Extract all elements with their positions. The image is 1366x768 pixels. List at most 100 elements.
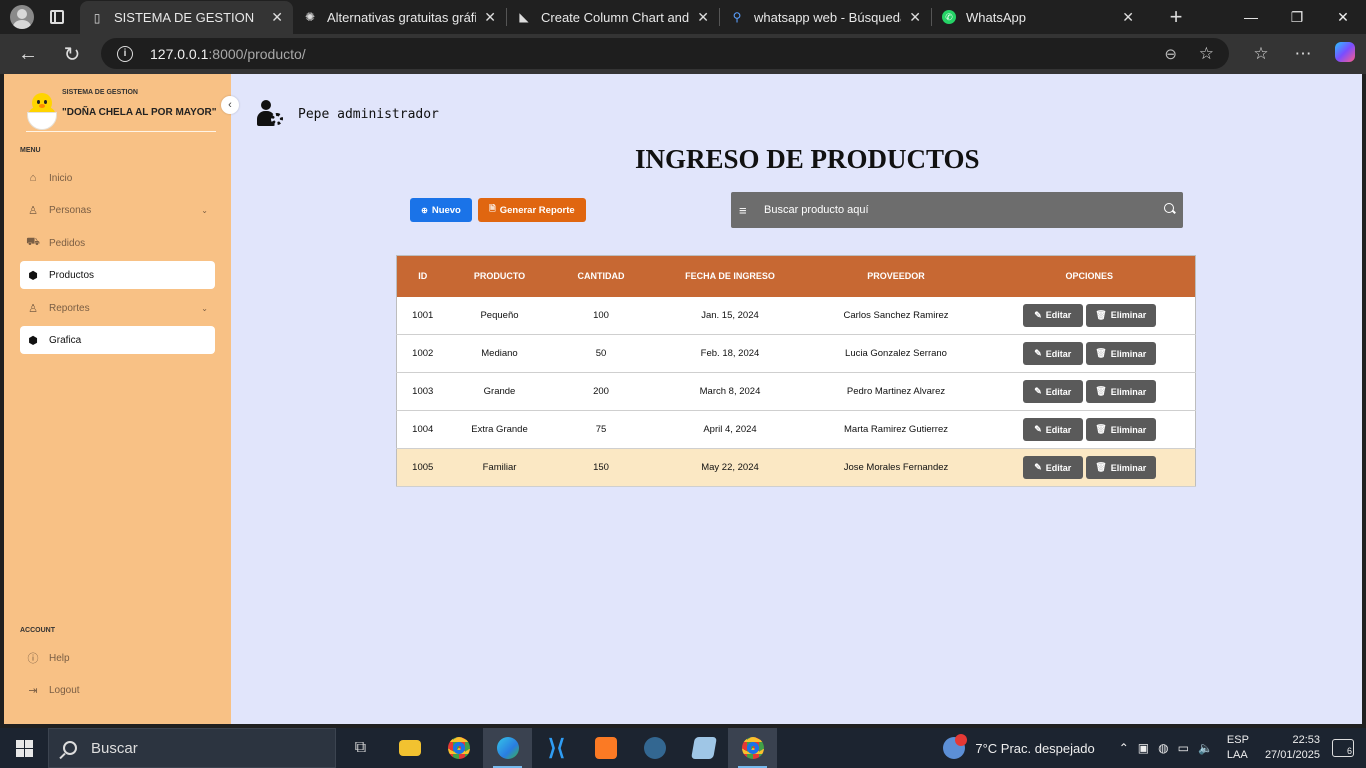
close-icon[interactable]: ✕ bbox=[271, 9, 283, 26]
edit-button[interactable]: ✎ Editar bbox=[1022, 456, 1083, 479]
minimize-button[interactable]: — bbox=[1228, 0, 1274, 34]
cell-producto: Familiar bbox=[448, 448, 551, 487]
taskbar-search[interactable]: Buscar bbox=[48, 728, 336, 768]
display-icon[interactable]: ▭ bbox=[1178, 741, 1189, 755]
cell-opciones: ✎ Editar 🗑 Eliminar bbox=[983, 334, 1196, 373]
trash-icon: 🗑 bbox=[1095, 424, 1107, 434]
zoom-icon[interactable]: ⊖ bbox=[1164, 45, 1177, 63]
meet-icon[interactable]: ▣ bbox=[1138, 741, 1149, 755]
new-product-button[interactable]: ⊕ Nuevo bbox=[410, 198, 472, 222]
weather-widget[interactable]: 7°C Prac. despejado bbox=[943, 734, 1095, 759]
cell-fecha: May 22, 2024 bbox=[651, 448, 809, 487]
pencil-icon: ✎ bbox=[1034, 348, 1042, 358]
sidebar-item-grafica[interactable]: ⬢ Grafica bbox=[20, 326, 215, 354]
close-icon[interactable]: ✕ bbox=[484, 9, 496, 26]
sidebar-item-label: Help bbox=[49, 652, 70, 664]
more-menu-icon[interactable]: ⋯ bbox=[1282, 44, 1324, 64]
sidebar: SISTEMA DE GESTION "DOÑA CHELA AL POR MA… bbox=[4, 74, 231, 724]
cell-opciones: ✎ Editar 🗑 Eliminar bbox=[983, 410, 1196, 449]
close-icon[interactable]: ✕ bbox=[1122, 9, 1134, 26]
close-icon[interactable]: ✕ bbox=[909, 9, 921, 26]
new-tab-button[interactable]: + bbox=[1164, 4, 1188, 30]
favorites-icon[interactable]: ☆ bbox=[1240, 44, 1282, 64]
vscode-app[interactable]: ⟩⟨ bbox=[532, 728, 581, 768]
language-code: ESP bbox=[1226, 734, 1249, 746]
menu-icon[interactable]: ≡ bbox=[739, 203, 751, 218]
brand: SISTEMA DE GESTION "DOÑA CHELA AL POR MA… bbox=[26, 88, 217, 132]
delete-button[interactable]: 🗑 Eliminar bbox=[1085, 342, 1156, 365]
clock[interactable]: 22:53 27/01/2025 bbox=[1265, 733, 1320, 763]
restore-button[interactable]: ❐ bbox=[1274, 0, 1320, 34]
brand-title: "DOÑA CHELA AL POR MAYOR" bbox=[62, 107, 217, 118]
delete-button[interactable]: 🗑 Eliminar bbox=[1085, 456, 1156, 479]
delete-button[interactable]: 🗑 Eliminar bbox=[1085, 418, 1156, 441]
chrome-app-active[interactable] bbox=[728, 728, 777, 768]
postgres-app[interactable] bbox=[630, 728, 679, 768]
edit-button[interactable]: ✎ Editar bbox=[1022, 342, 1083, 365]
search-icon[interactable] bbox=[1164, 203, 1174, 213]
table-row: 1001 Pequeño 100 Jan. 15, 2024 Carlos Sa… bbox=[396, 296, 1196, 335]
tab-whatsapp-search[interactable]: ⚲ whatsapp web - Búsqueda ✕ bbox=[720, 0, 931, 34]
edit-button[interactable]: ✎ Editar bbox=[1022, 380, 1083, 403]
weather-text: 7°C Prac. despejado bbox=[975, 740, 1095, 756]
generate-report-button[interactable]: 🗎 Generar Reporte bbox=[478, 198, 586, 222]
column-header: ID bbox=[396, 255, 449, 297]
sidebar-item-productos[interactable]: ⬢ Productos bbox=[20, 261, 215, 289]
network-icon[interactable]: ◍ bbox=[1158, 741, 1168, 755]
volume-icon[interactable]: 🔈 bbox=[1198, 741, 1213, 755]
address-bar[interactable]: i 127.0.0.1:8000/producto/ ⊖ ☆ bbox=[101, 38, 1229, 69]
copilot-icon[interactable] bbox=[1324, 41, 1366, 67]
url-path: :8000/producto/ bbox=[208, 45, 306, 62]
tab-sistema-gestion[interactable]: ▯ SISTEMA DE GESTION ✕ bbox=[80, 1, 293, 34]
notes-app[interactable] bbox=[679, 728, 728, 768]
tab-whatsapp[interactable]: ✆ WhatsApp ✕ bbox=[932, 0, 1144, 34]
chevron-up-icon[interactable]: ⌃ bbox=[1119, 741, 1129, 755]
chrome-app[interactable] bbox=[434, 728, 483, 768]
cell-proveedor: Jose Morales Fernandez bbox=[808, 448, 984, 487]
xampp-icon bbox=[594, 737, 617, 759]
profile-avatar[interactable] bbox=[10, 5, 34, 29]
sidebar-item-personas[interactable]: ♙ Personas ⌄ bbox=[20, 196, 215, 224]
sidebar-item-inicio[interactable]: ⌂ Inicio bbox=[20, 164, 215, 192]
browser-toolbar: ← ↻ i 127.0.0.1:8000/producto/ ⊖ ☆ ☆ ⋯ bbox=[0, 34, 1366, 74]
collapse-sidebar-button[interactable]: ‹ bbox=[221, 96, 239, 114]
close-window-button[interactable]: ✕ bbox=[1320, 0, 1366, 34]
delete-button[interactable]: 🗑 Eliminar bbox=[1085, 303, 1156, 327]
close-icon[interactable]: ✕ bbox=[697, 9, 709, 26]
sidebar-item-help[interactable]: ⓘ Help bbox=[20, 644, 215, 672]
trash-icon: 🗑 bbox=[1095, 348, 1107, 358]
tab-alternativas[interactable]: ✺ Alternativas gratuitas gráfica ✕ bbox=[293, 0, 506, 34]
xampp-app[interactable] bbox=[581, 728, 630, 768]
table-row: 1005 Familiar 150 May 22, 2024 Jose Mora… bbox=[396, 448, 1196, 487]
notifications-button[interactable]: 6 bbox=[1332, 739, 1354, 757]
tab-title: Create Column Chart and Gr bbox=[541, 9, 690, 25]
sidebar-item-logout[interactable]: ⇥ Logout bbox=[20, 676, 215, 704]
file-explorer-app[interactable] bbox=[385, 728, 434, 768]
back-button[interactable]: ← bbox=[10, 38, 46, 70]
language-indicator[interactable]: ESP LAA bbox=[1227, 733, 1249, 763]
chick-logo-icon bbox=[26, 93, 57, 131]
windows-start-button[interactable] bbox=[0, 728, 48, 768]
product-search-input[interactable] bbox=[764, 204, 1144, 216]
sidebar-item-reportes[interactable]: ♙ Reportes ⌄ bbox=[20, 294, 215, 322]
cell-id: 1001 bbox=[396, 296, 449, 335]
cell-opciones: ✎ Editar 🗑 Eliminar bbox=[983, 372, 1196, 411]
reload-button[interactable]: ↻ bbox=[54, 38, 90, 70]
favorite-star-icon[interactable]: ☆ bbox=[1199, 44, 1214, 64]
edit-button[interactable]: ✎ Editar bbox=[1022, 303, 1083, 327]
sidebar-item-pedidos[interactable]: ⛟ Pedidos bbox=[20, 229, 215, 257]
task-view-button[interactable]: ⧉ bbox=[336, 728, 385, 768]
logout-icon: ⇥ bbox=[28, 684, 38, 697]
edge-app[interactable] bbox=[483, 728, 532, 768]
sidebar-item-label: Inicio bbox=[49, 172, 73, 184]
tab-column-chart[interactable]: ◣ Create Column Chart and Gr ✕ bbox=[507, 0, 719, 34]
delete-button[interactable]: 🗑 Eliminar bbox=[1085, 380, 1156, 403]
tab-actions-icon[interactable] bbox=[50, 10, 64, 24]
chevron-down-icon: ⌄ bbox=[201, 205, 208, 215]
user-header: Pepe administrador bbox=[257, 100, 439, 128]
toolbar-actions: ☆ ⋯ bbox=[1240, 34, 1366, 74]
plus-circle-icon: ⊕ bbox=[421, 205, 428, 215]
edit-button[interactable]: ✎ Editar bbox=[1022, 418, 1083, 441]
keyboard-layout: LAA bbox=[1226, 749, 1248, 761]
site-info-icon[interactable]: i bbox=[117, 45, 133, 62]
